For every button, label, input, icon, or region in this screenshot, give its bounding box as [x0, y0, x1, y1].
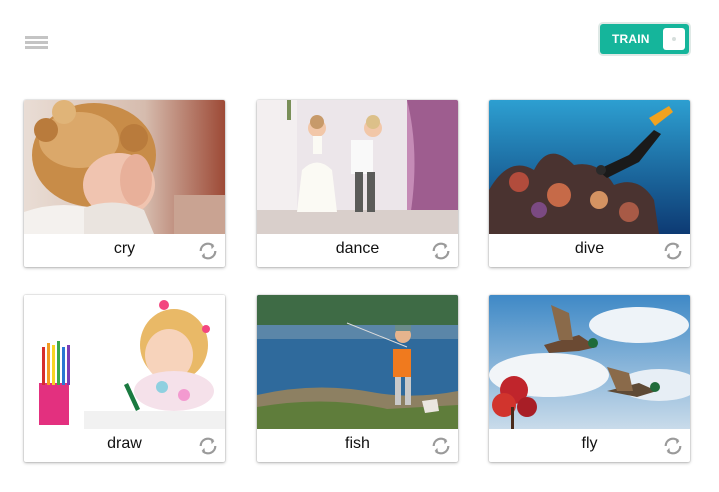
card-word: draw — [107, 435, 142, 452]
refresh-icon[interactable] — [430, 435, 452, 457]
word-card-draw[interactable]: draw — [24, 295, 225, 462]
card-word: dive — [574, 240, 605, 257]
boy-fishing-photo — [257, 295, 458, 429]
word-card-dance[interactable]: dance — [257, 100, 458, 267]
word-card-fish[interactable]: fish — [257, 295, 458, 462]
children-dancing-photo — [257, 100, 458, 234]
word-card-cry[interactable]: cry — [24, 100, 225, 267]
child-crying-photo — [24, 100, 225, 234]
refresh-icon[interactable] — [197, 435, 219, 457]
menu-line — [25, 41, 48, 44]
word-card-dive[interactable]: dive — [489, 100, 690, 267]
refresh-icon[interactable] — [197, 240, 219, 262]
toggle-knob[interactable] — [663, 28, 685, 50]
toggle-label: TRAIN — [612, 32, 650, 46]
word-card-fly[interactable]: fly — [489, 295, 690, 462]
card-word: dance — [335, 240, 380, 257]
card-word: cry — [113, 240, 136, 257]
card-word: fly — [581, 435, 598, 452]
hamburger-menu-icon[interactable] — [25, 34, 49, 52]
train-mode-toggle[interactable]: TRAIN — [600, 24, 689, 54]
ducks-flying-photo — [489, 295, 690, 429]
refresh-icon[interactable] — [662, 435, 684, 457]
refresh-icon[interactable] — [662, 240, 684, 262]
card-word: fish — [345, 435, 370, 452]
menu-line — [25, 36, 48, 39]
refresh-icon[interactable] — [430, 240, 452, 262]
scuba-diver-reef-photo — [489, 100, 690, 234]
girl-drawing-photo — [24, 295, 225, 429]
menu-line — [25, 46, 48, 49]
